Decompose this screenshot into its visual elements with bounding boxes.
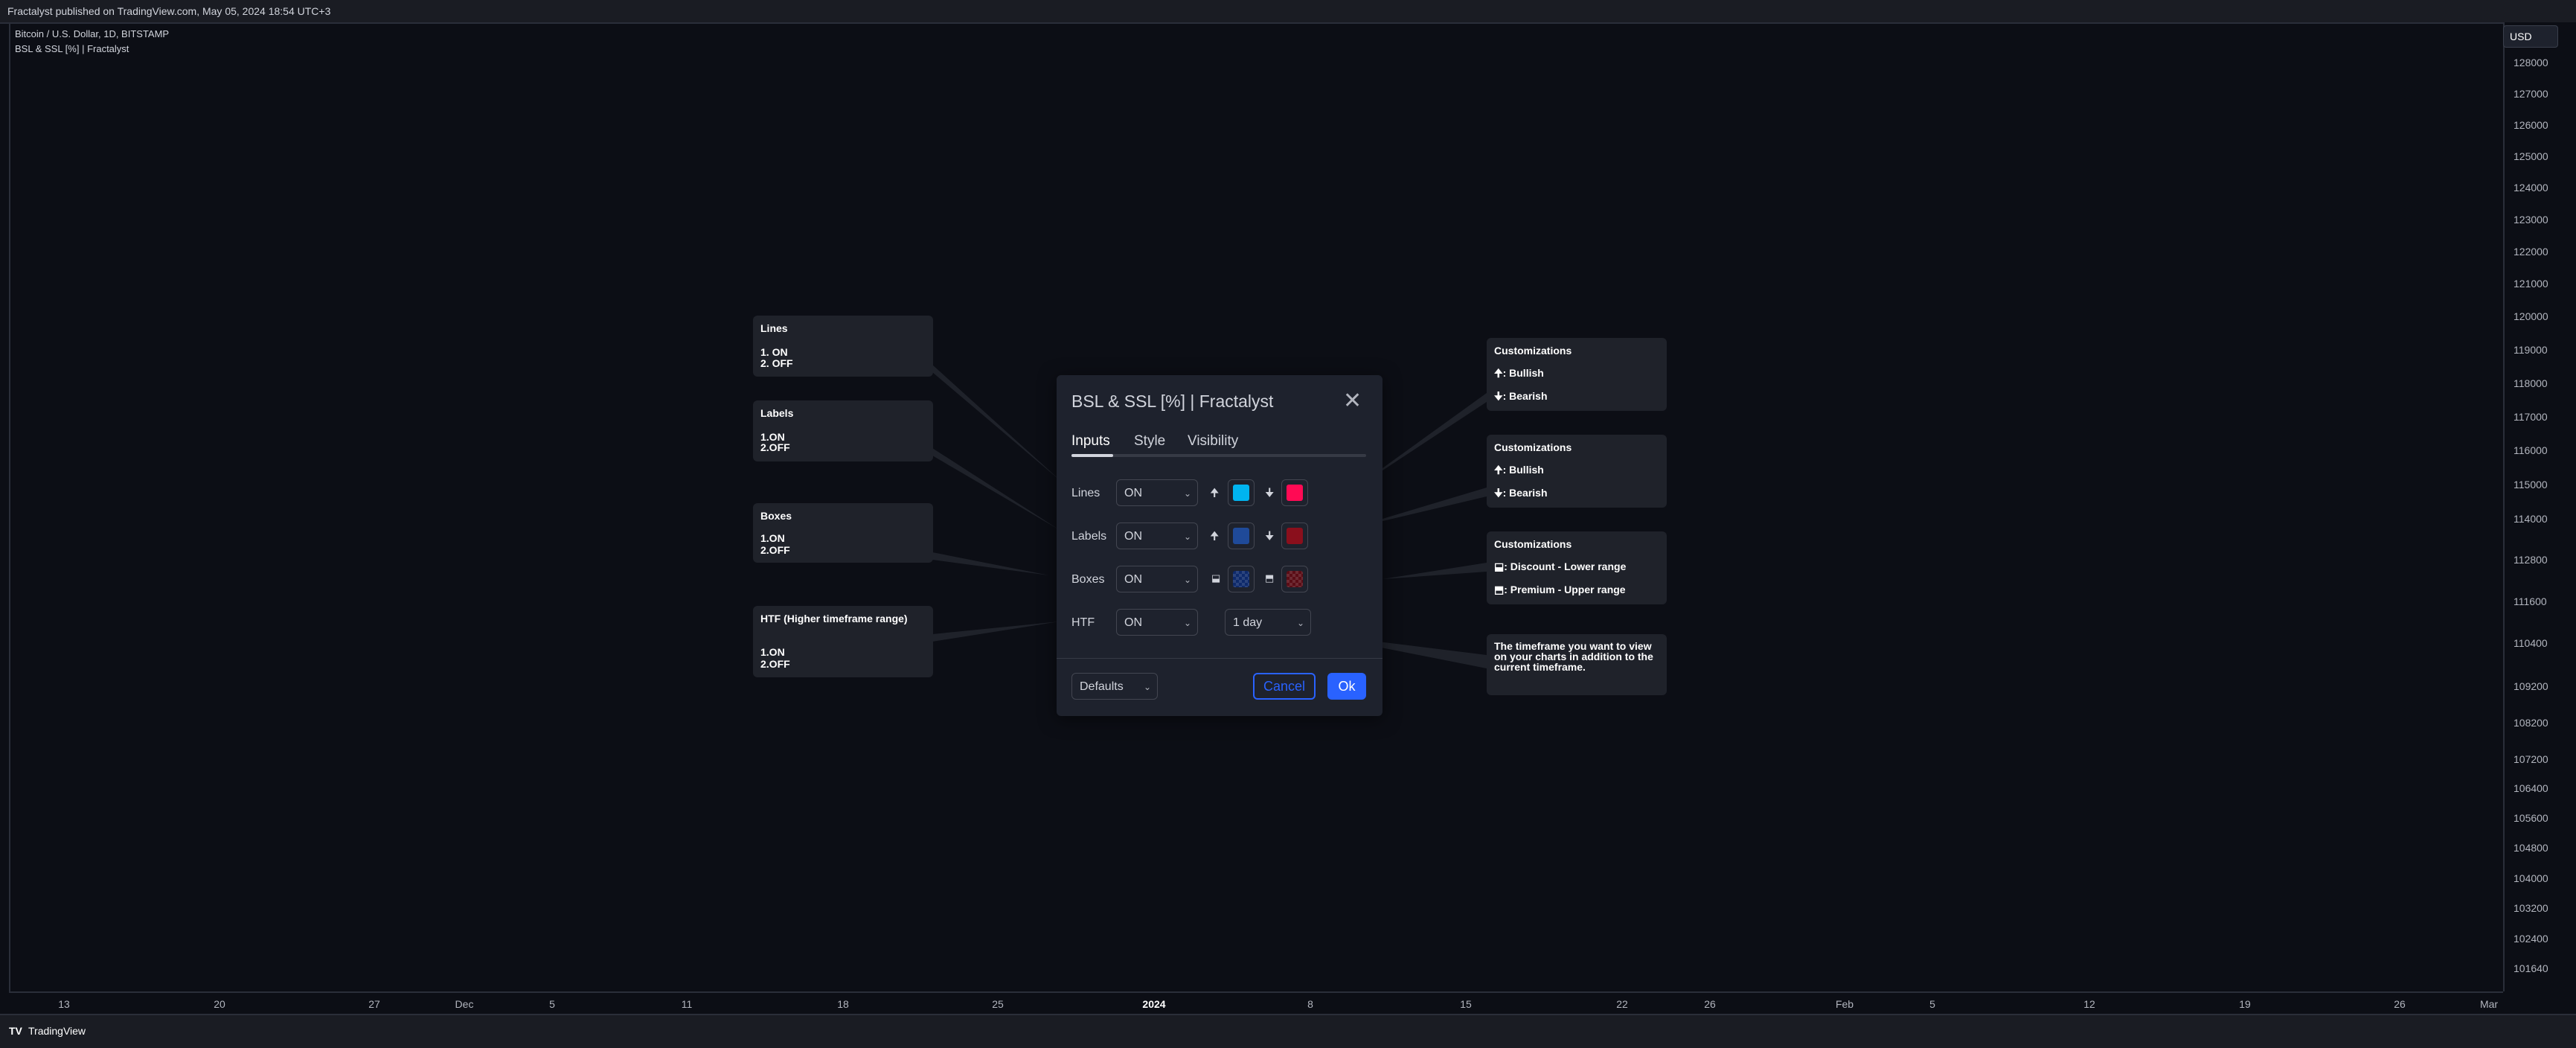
swatch-fill <box>1233 485 1249 501</box>
callout-customizations-labels: Customizations 🠉: Bullish 🠋: Bearish <box>1487 435 1667 508</box>
chevron-down-icon: ⌄ <box>1183 575 1191 585</box>
swatch-fill <box>1287 485 1303 501</box>
tab-inputs[interactable]: Inputs <box>1071 433 1110 450</box>
active-tab-indicator <box>1071 454 1113 457</box>
chevron-down-icon: ⌄ <box>1183 488 1191 499</box>
labels-bullish-color[interactable] <box>1228 523 1255 549</box>
swatch-fill <box>1287 571 1303 587</box>
tab-track <box>1071 454 1366 457</box>
tab-visibility[interactable]: Visibility <box>1188 433 1238 450</box>
labels-label: Labels <box>1071 530 1107 543</box>
arrow-up-icon: 🠉 <box>1210 487 1220 499</box>
labels-select[interactable]: ON ⌄ <box>1116 523 1198 549</box>
box-upper-icon: ⬒ <box>1265 572 1275 584</box>
ok-button[interactable]: Ok <box>1327 673 1366 700</box>
htf-select[interactable]: ON ⌄ <box>1116 609 1198 636</box>
dialog-title: BSL & SSL [%] | Fractalyst <box>1071 392 1274 411</box>
chevron-down-icon: ⌄ <box>1296 618 1304 628</box>
cancel-button[interactable]: Cancel <box>1253 673 1316 700</box>
swatch-fill <box>1233 528 1249 544</box>
arrow-down-icon: 🠋 <box>1265 530 1275 543</box>
lines-label: Lines <box>1071 487 1100 499</box>
box-lower-icon: ⬓ <box>1211 572 1221 584</box>
callout-boxes: Boxes 1.ON 2.OFF <box>753 503 933 563</box>
callout-labels: Labels 1.ON 2.OFF <box>753 400 933 461</box>
swatch-fill <box>1287 528 1303 544</box>
htf-timeframe-select[interactable]: 1 day ⌄ <box>1225 609 1311 636</box>
callout-htf-timeframe: The timeframe you want to view on your c… <box>1487 634 1667 695</box>
swatch-fill <box>1233 571 1249 587</box>
callout-htf: HTF (Higher timeframe range) 1.ON 2.OFF <box>753 606 933 677</box>
boxes-discount-color[interactable] <box>1228 566 1255 592</box>
lines-bullish-color[interactable] <box>1228 479 1255 506</box>
chevron-down-icon: ⌄ <box>1143 682 1151 692</box>
dialog-footer-divider <box>1057 658 1382 659</box>
boxes-label: Boxes <box>1071 573 1105 586</box>
lines-bearish-color[interactable] <box>1281 479 1308 506</box>
htf-label: HTF <box>1071 616 1095 629</box>
labels-bearish-color[interactable] <box>1281 523 1308 549</box>
callout-customizations-lines: Customizations 🠉: Bullish 🠋: Bearish <box>1487 338 1667 411</box>
indicator-settings-dialog <box>1057 375 1382 716</box>
tab-style[interactable]: Style <box>1134 433 1165 450</box>
boxes-select[interactable]: ON ⌄ <box>1116 566 1198 592</box>
close-icon[interactable]: ✕ <box>1343 390 1362 412</box>
arrow-up-icon: 🠉 <box>1210 530 1220 543</box>
chevron-down-icon: ⌄ <box>1183 618 1191 628</box>
chevron-down-icon: ⌄ <box>1183 531 1191 542</box>
callout-lines: Lines 1. ON 2. OFF <box>753 316 933 377</box>
lines-select[interactable]: ON ⌄ <box>1116 479 1198 506</box>
boxes-premium-color[interactable] <box>1281 566 1308 592</box>
arrow-down-icon: 🠋 <box>1265 487 1275 499</box>
defaults-dropdown[interactable]: Defaults ⌄ <box>1071 673 1158 700</box>
callout-customizations-boxes: Customizations ⬓: Discount - Lower range… <box>1487 531 1667 604</box>
